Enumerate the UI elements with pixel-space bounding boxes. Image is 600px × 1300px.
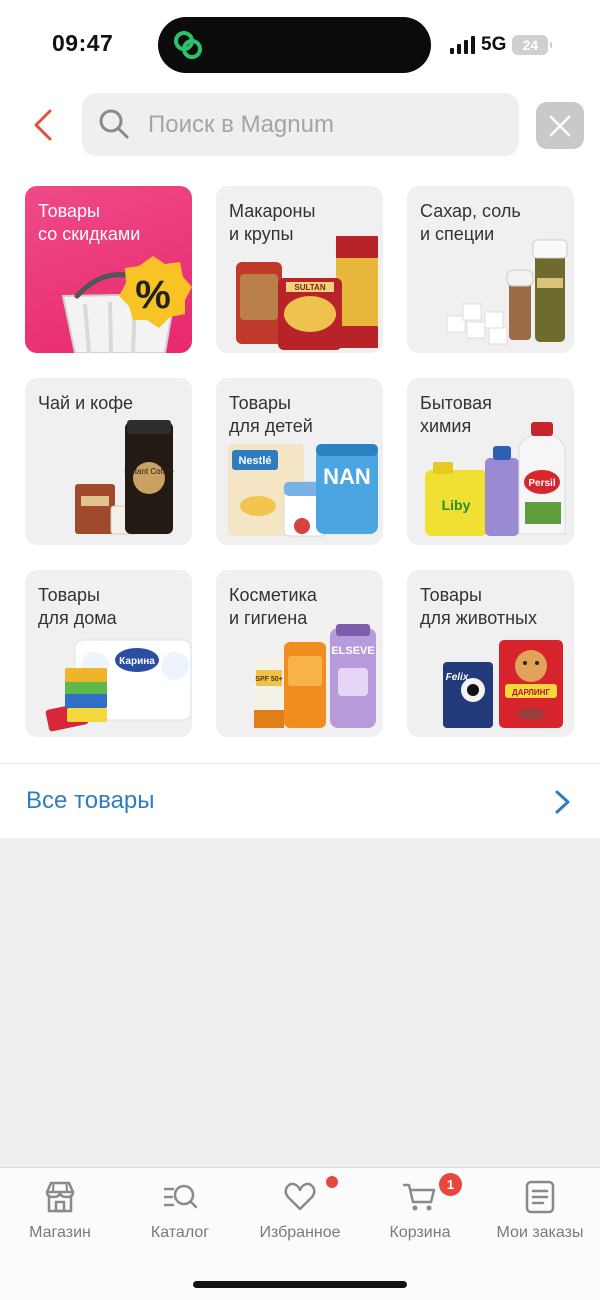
percent-label: %	[135, 273, 171, 317]
tab-store[interactable]: Магазин	[0, 1180, 120, 1260]
category-title: Косметика и гигиена	[229, 585, 317, 628]
all-goods-row[interactable]: Все товары	[0, 763, 600, 838]
elseve-label: ELSEVE	[331, 645, 374, 657]
category-grid: Товары со скидками % Макароны и крупы SU…	[25, 186, 575, 737]
all-goods-label: Все товары	[26, 787, 155, 814]
tab-label: Каталог	[150, 1224, 210, 1241]
category-card-pets[interactable]: Товары для животных Felix ДАРЛИНГ	[407, 570, 574, 737]
nestle-label: Nestlé	[238, 455, 271, 467]
category-title: Товары для животных	[420, 585, 537, 628]
category-card-tea-coffee[interactable]: Чай и кофе Instant Coffee	[25, 378, 192, 545]
category-card-pasta[interactable]: Макароны и крупы SULTAN	[216, 186, 383, 353]
tab-label: Корзина	[389, 1224, 451, 1241]
category-title: Товары со скидками	[38, 201, 141, 244]
link-icon	[174, 31, 202, 59]
status-indicators: 5G 24	[450, 33, 553, 57]
category-title: Макароны и крупы	[229, 201, 316, 244]
catalog-search-icon	[163, 1184, 197, 1209]
persil-label: Persil	[528, 478, 555, 489]
category-title: Сахар, соль и специи	[420, 201, 521, 244]
search-bar[interactable]	[82, 93, 519, 156]
search-icon	[99, 109, 129, 139]
category-card-sugar-salt-spices[interactable]: Сахар, соль и специи	[407, 186, 574, 353]
nan-label: NAN	[323, 464, 371, 489]
search-input[interactable]	[148, 93, 508, 156]
cart-count-badge: 1	[439, 1173, 462, 1196]
bottom-tab-bar: Магазин Каталог Избранное Корзина Мои за…	[0, 1167, 600, 1300]
chevron-right-icon	[555, 790, 570, 814]
favorites-notification-dot	[326, 1176, 338, 1188]
battery-icon: 24	[512, 35, 553, 55]
liby-label: Liby	[442, 497, 471, 513]
clear-search-button[interactable]	[536, 102, 584, 149]
category-title: Товары для дома	[38, 585, 117, 628]
tab-label: Магазин	[29, 1224, 91, 1241]
cart-icon	[403, 1183, 436, 1211]
category-card-discounts[interactable]: Товары со скидками %	[25, 186, 192, 353]
tab-cart[interactable]: Корзина	[360, 1180, 480, 1260]
darling-label: ДАРЛИНГ	[512, 688, 550, 697]
karina-label: Карина	[119, 656, 155, 667]
home-indicator	[193, 1281, 407, 1288]
store-icon	[45, 1181, 75, 1213]
tab-label: Избранное	[259, 1224, 341, 1241]
spf-label: SPF 50+	[255, 676, 282, 683]
status-time: 09:47	[52, 30, 114, 56]
category-title: Чай и кофе	[38, 393, 134, 413]
category-title: Товары для детей	[229, 393, 313, 436]
tab-favorites[interactable]: Избранное	[240, 1180, 360, 1260]
heart-icon	[284, 1182, 316, 1211]
tab-label: Мои заказы	[496, 1224, 584, 1241]
category-card-household-chemicals[interactable]: Бытовая химия Liby Persil	[407, 378, 574, 545]
category-card-home-goods[interactable]: Товары для дома Карина	[25, 570, 192, 737]
coffee-label: Instant Coffee	[124, 467, 174, 476]
back-chevron-icon[interactable]	[30, 108, 58, 142]
battery-level: 24	[522, 37, 539, 53]
category-card-cosmetics[interactable]: Косметика и гигиена SPF 50+ ELSEVE	[216, 570, 383, 737]
network-type: 5G	[481, 34, 507, 55]
category-title: Бытовая химия	[420, 393, 492, 436]
brand-label: SULTAN	[294, 283, 325, 292]
orders-icon	[525, 1180, 555, 1214]
close-icon	[549, 115, 571, 136]
signal-icon	[450, 36, 475, 54]
dynamic-island	[158, 17, 431, 73]
tab-catalog[interactable]: Каталог	[120, 1180, 240, 1260]
tab-orders[interactable]: Мои заказы	[480, 1180, 600, 1260]
category-card-kids[interactable]: Товары для детей Nestlé NAN	[216, 378, 383, 545]
